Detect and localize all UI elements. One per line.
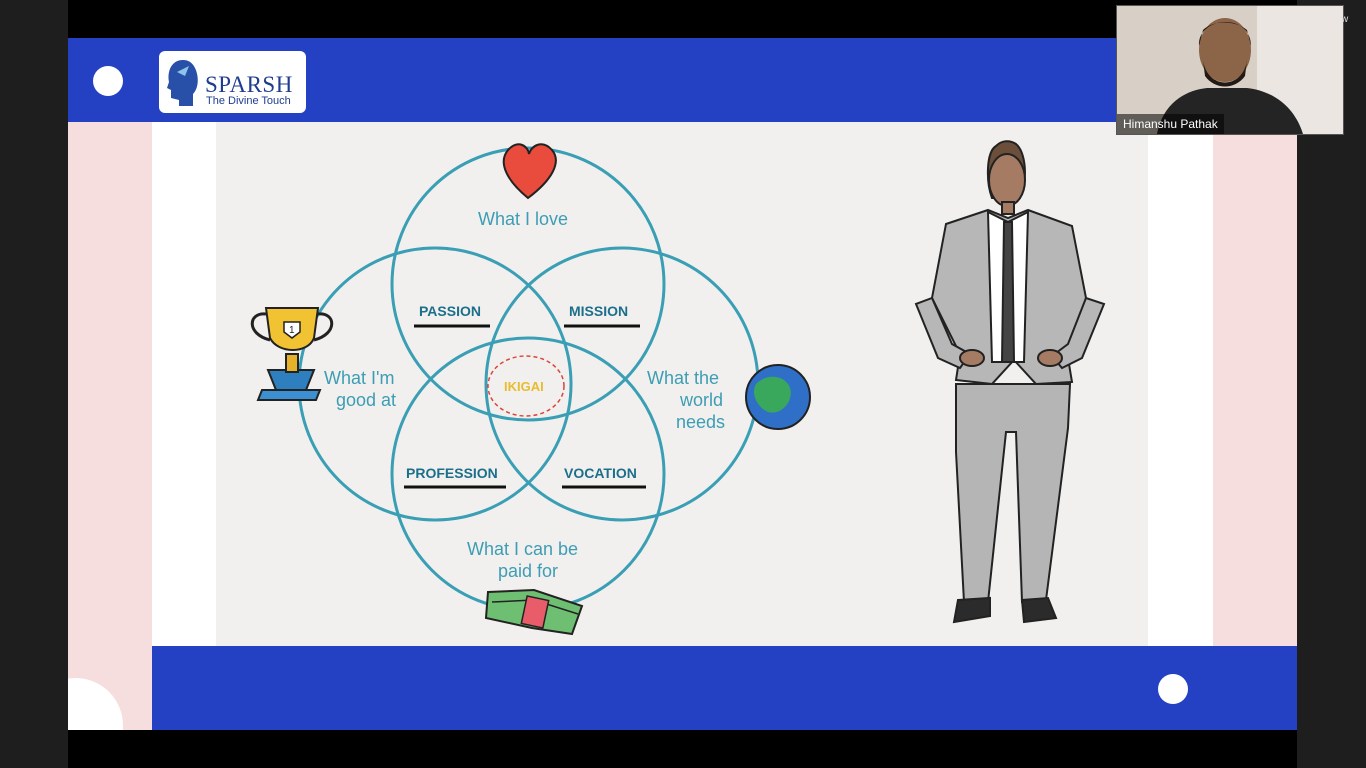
money-stack-icon xyxy=(484,588,584,636)
label-profession: PROFESSION xyxy=(406,465,498,481)
label-paid-for-line1: What I can be xyxy=(467,539,578,559)
sparsh-logo: SPARSH The Divine Touch xyxy=(159,51,306,113)
label-good-at-line2: good at xyxy=(336,390,396,410)
heart-icon xyxy=(502,143,557,200)
label-world-needs-line3: needs xyxy=(676,412,725,432)
slide-footer-band xyxy=(152,646,1297,730)
ikigai-label: IKIGAI xyxy=(504,379,544,394)
slide-header-band: SPARSH The Divine Touch xyxy=(68,38,1297,122)
label-world-needs-line1: What the xyxy=(647,368,719,388)
label-good-at-line1: What I'm xyxy=(324,368,394,388)
label-mission: MISSION xyxy=(569,303,628,319)
ikigai-venn-diagram: 1 IKIGAI What I love What I'm good at Wh… xyxy=(250,140,1106,636)
businessman-illustration xyxy=(914,140,1106,624)
shared-slide: 1 IKIGAI What I love What I'm good at Wh… xyxy=(68,38,1297,730)
corner-decoration xyxy=(68,678,123,730)
trophy-number: 1 xyxy=(289,325,295,336)
label-what-i-love: What I love xyxy=(478,209,568,229)
label-passion: PASSION xyxy=(419,303,481,319)
participant-name: Himanshu Pathak xyxy=(1117,114,1224,134)
footer-dot xyxy=(1158,674,1188,704)
viewer-top-bar xyxy=(68,0,1297,38)
corner-text: w xyxy=(1341,14,1349,25)
label-vocation: VOCATION xyxy=(564,465,637,481)
label-world-needs-line2: world xyxy=(679,390,723,410)
ikigai-illustration: 1 IKIGAI What I love What I'm good at Wh… xyxy=(216,122,1148,646)
globe-icon xyxy=(745,364,811,430)
viewer-bottom-bar xyxy=(68,730,1297,768)
participant-video-tile[interactable]: Himanshu Pathak xyxy=(1116,5,1344,135)
logo-tagline: The Divine Touch xyxy=(206,95,291,107)
label-paid-for-line2: paid for xyxy=(498,561,558,581)
head-silhouette-icon xyxy=(167,60,198,106)
header-dot xyxy=(93,66,123,96)
trophy-icon: 1 xyxy=(250,307,334,401)
